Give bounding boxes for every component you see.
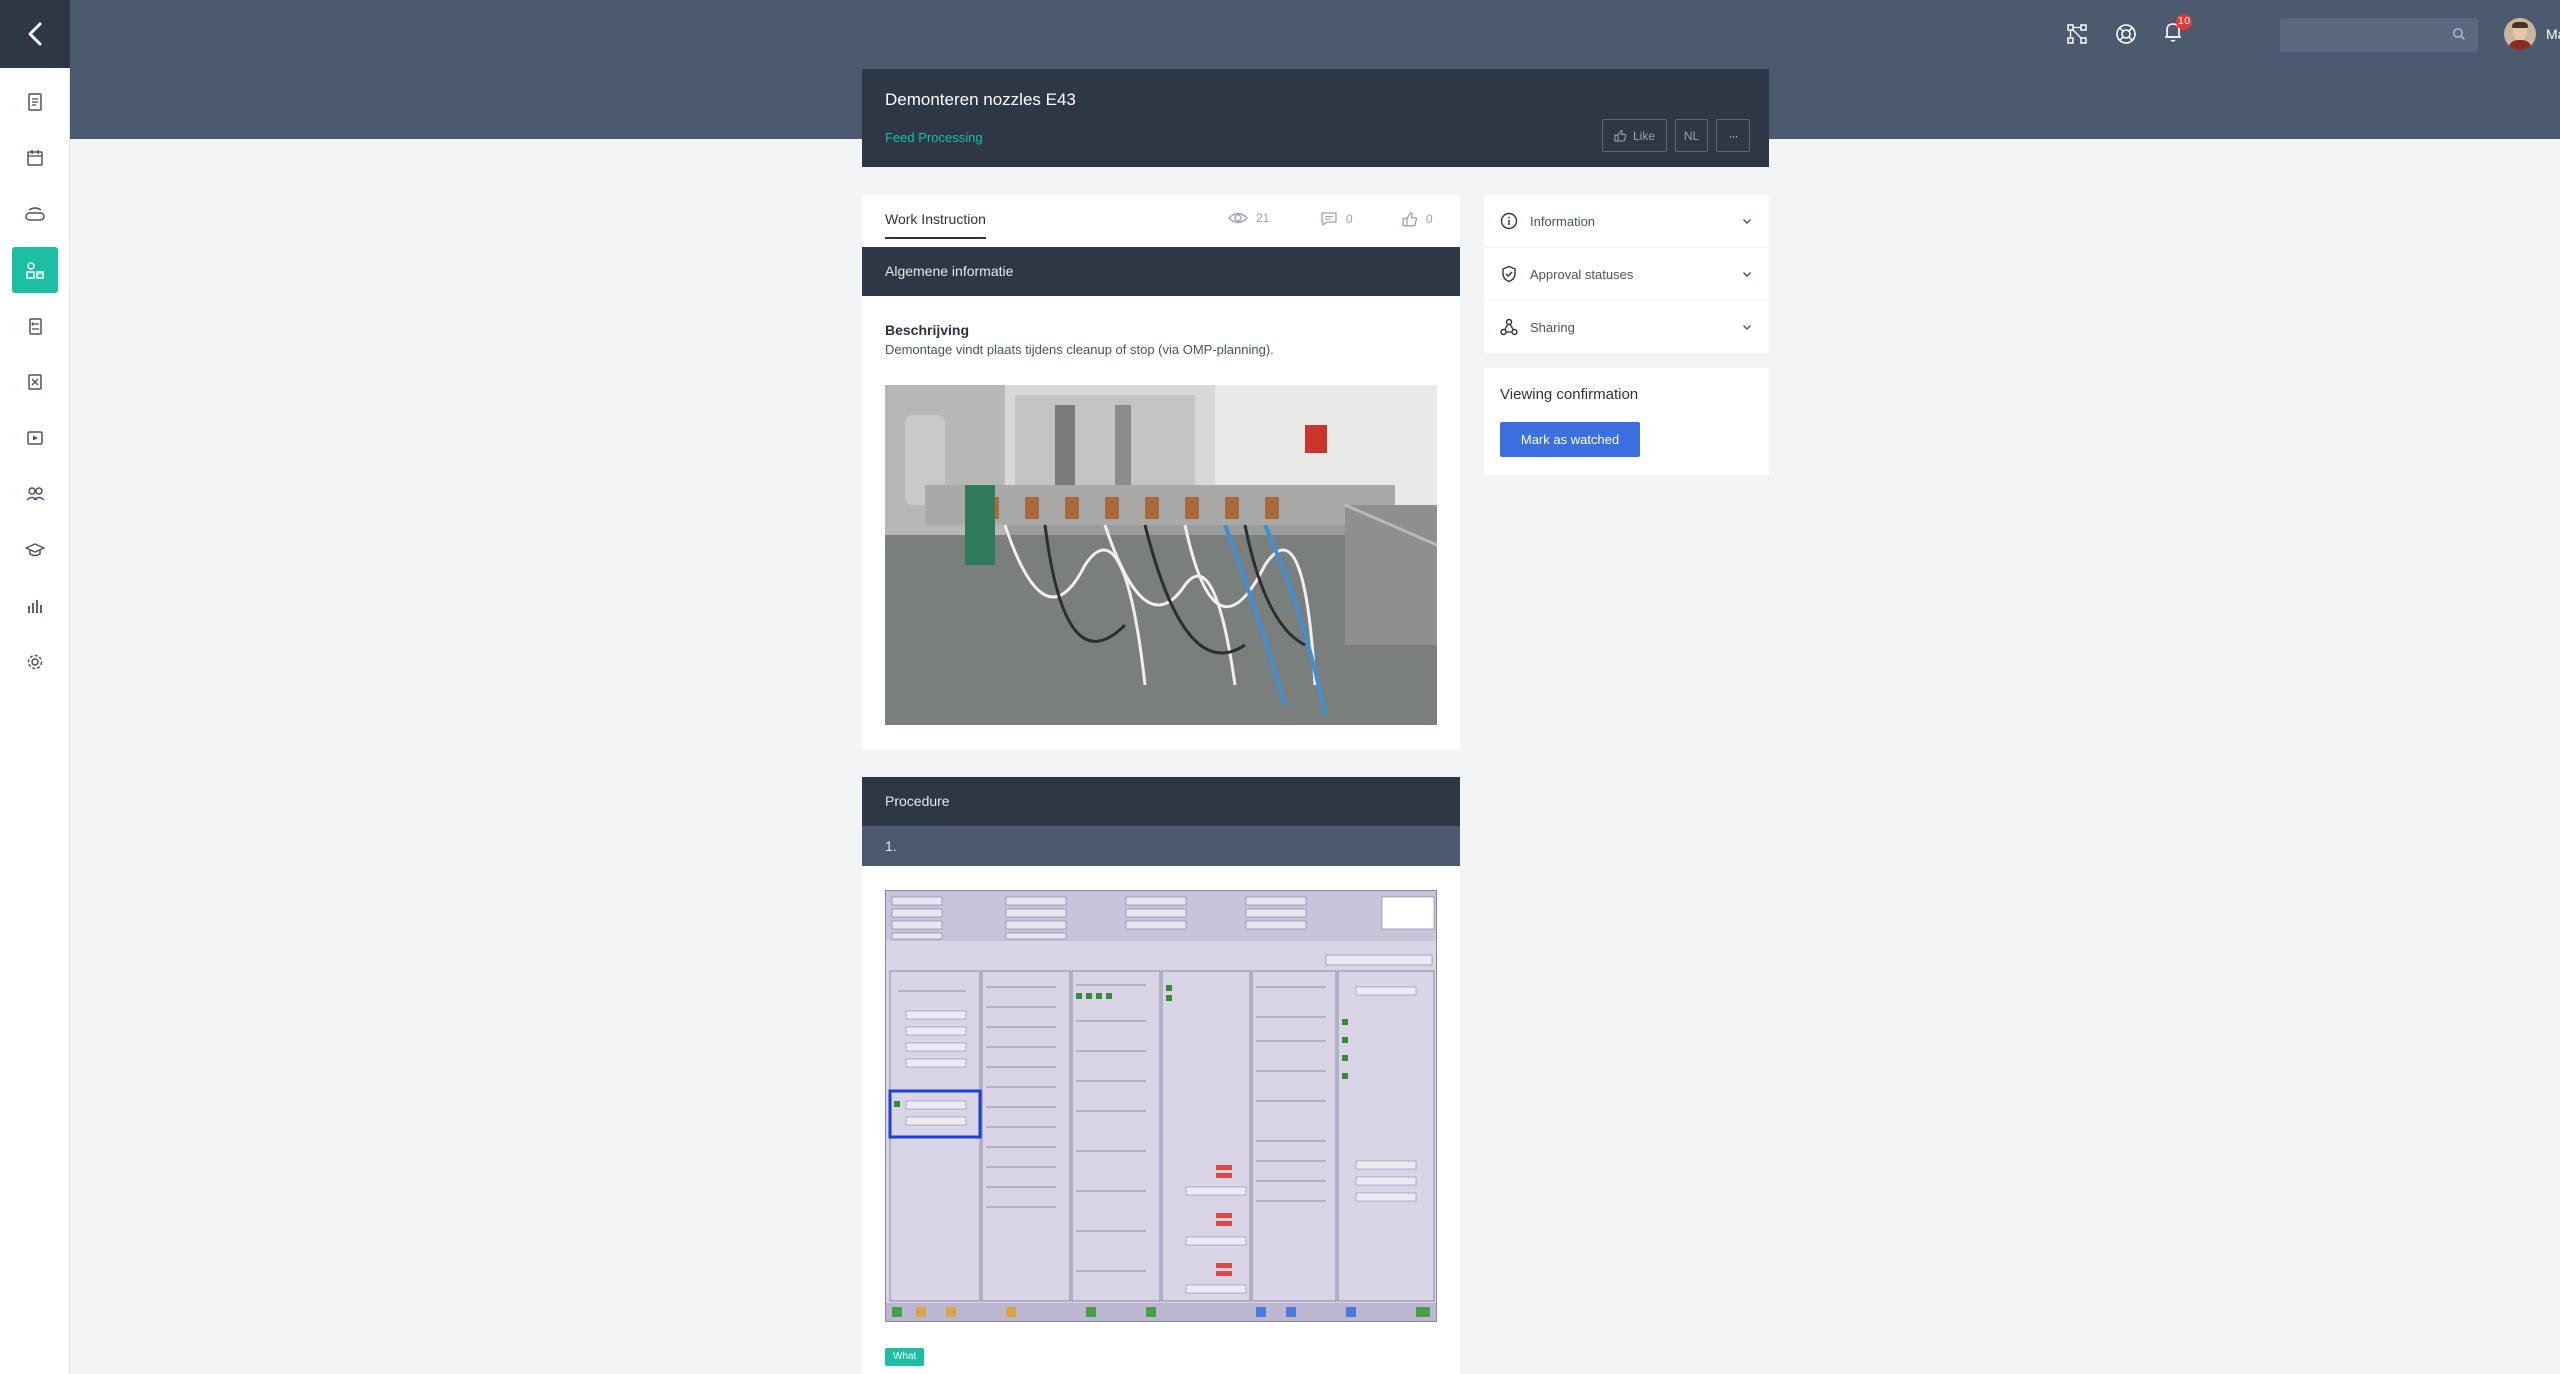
procedure-header: Procedure xyxy=(862,777,1460,826)
chevron-down-icon xyxy=(1743,325,1751,330)
conveyor-icon xyxy=(25,207,45,221)
clipboard-icon xyxy=(29,318,42,335)
views-count: 21 xyxy=(1256,211,1270,225)
lifebuoy-icon xyxy=(2116,24,2136,44)
notifications-button[interactable]: 10 xyxy=(2162,13,2192,52)
document-header: Demonteren nozzles E43 Feed Processing L… xyxy=(862,69,1769,167)
hmi-screenshot[interactable] xyxy=(885,890,1437,1322)
language-button[interactable]: NL xyxy=(1675,119,1708,152)
tab-bar: Work Instruction 21 0 0 xyxy=(862,195,1460,247)
nav-calendar[interactable] xyxy=(12,135,58,181)
calendar-icon xyxy=(27,150,43,166)
share-button[interactable] xyxy=(2066,16,2088,52)
likes-stat[interactable]: 0 xyxy=(1402,211,1433,227)
comment-icon xyxy=(1321,212,1337,226)
procedure-panel: What xyxy=(862,866,1460,1374)
nav-checklists[interactable] xyxy=(12,303,58,349)
views-stat: 21 xyxy=(1228,211,1269,225)
language-label: NL xyxy=(1683,128,1700,143)
gear-icon xyxy=(27,654,43,670)
comments-stat[interactable]: 0 xyxy=(1320,211,1353,227)
search-icon xyxy=(2453,28,2465,40)
approval-label: Approval statuses xyxy=(1530,266,1634,282)
nav-training[interactable] xyxy=(12,527,58,573)
group-icon xyxy=(26,487,45,501)
likes-count: 0 xyxy=(1426,212,1433,226)
nav-work-instructions[interactable] xyxy=(12,247,58,293)
description-label: Beschrijving xyxy=(885,322,970,338)
graduation-icon xyxy=(25,543,45,557)
nav-reports[interactable] xyxy=(12,583,58,629)
avatar xyxy=(2504,18,2536,50)
more-options-button[interactable]: ··· xyxy=(1716,119,1750,152)
nav-documents[interactable] xyxy=(12,79,58,125)
chevron-down-icon xyxy=(1743,219,1751,224)
information-accordion[interactable]: Information xyxy=(1484,195,1769,247)
thumbs-up-icon xyxy=(1614,129,1627,142)
sharing-accordion[interactable]: Sharing xyxy=(1484,301,1769,353)
step-tag-what: What xyxy=(885,1348,925,1366)
procedure-step-1: 1. xyxy=(862,826,1460,866)
document-icon xyxy=(28,93,42,111)
mark-as-watched-button[interactable]: Mark as watched xyxy=(1500,422,1640,457)
help-button[interactable] xyxy=(2114,16,2138,52)
like-label: Like xyxy=(1632,128,1655,143)
nav-videos[interactable] xyxy=(12,415,58,461)
shield-check-icon xyxy=(1502,265,1516,283)
grid-icon xyxy=(26,262,44,279)
user-name: Mandy xyxy=(2546,26,2560,42)
general-info-header: Algemene informatie xyxy=(862,247,1460,296)
back-button[interactable] xyxy=(0,0,70,68)
approval-statuses-accordion[interactable]: Approval statuses xyxy=(1484,248,1769,300)
category-link[interactable]: Feed Processing xyxy=(885,130,983,145)
nav-settings[interactable] xyxy=(12,639,58,685)
nav-processes[interactable] xyxy=(12,191,58,237)
sidebar xyxy=(0,0,70,1374)
task-icon xyxy=(28,374,42,390)
share-nodes-icon xyxy=(1500,318,1518,336)
notification-count-badge: 10 xyxy=(2176,13,2192,30)
viewing-confirmation-title: Viewing confirmation xyxy=(1500,386,1639,403)
info-icon xyxy=(1500,212,1518,230)
bar-chart-icon xyxy=(28,600,42,613)
page-title: Demonteren nozzles E43 xyxy=(885,90,1076,109)
user-menu[interactable]: Mandy xyxy=(2504,18,2560,50)
video-icon xyxy=(27,431,43,445)
comments-count: 0 xyxy=(1346,212,1353,226)
search-input[interactable] xyxy=(2280,18,2478,52)
thumbs-up-icon xyxy=(1402,212,1418,227)
network-icon xyxy=(2067,24,2087,44)
like-button[interactable]: Like xyxy=(1602,119,1667,152)
information-label: Information xyxy=(1530,213,1596,229)
chevron-down-icon xyxy=(1743,272,1751,277)
viewing-confirmation-panel: Viewing confirmation Mark as watched xyxy=(1484,368,1769,475)
equipment-photo[interactable] xyxy=(885,385,1437,725)
description-text: Demontage vindt plaats tijdens cleanup o… xyxy=(885,342,1274,357)
tab-work-instruction[interactable]: Work Instruction xyxy=(885,211,986,239)
general-info-panel: Beschrijving Demontage vindt plaats tijd… xyxy=(862,296,1460,750)
nav-tasks[interactable] xyxy=(12,359,58,405)
back-icon xyxy=(28,22,42,46)
sharing-label: Sharing xyxy=(1530,319,1575,335)
nav-teams[interactable] xyxy=(12,471,58,517)
more-icon: ··· xyxy=(1728,128,1739,143)
eye-icon xyxy=(1228,212,1248,224)
